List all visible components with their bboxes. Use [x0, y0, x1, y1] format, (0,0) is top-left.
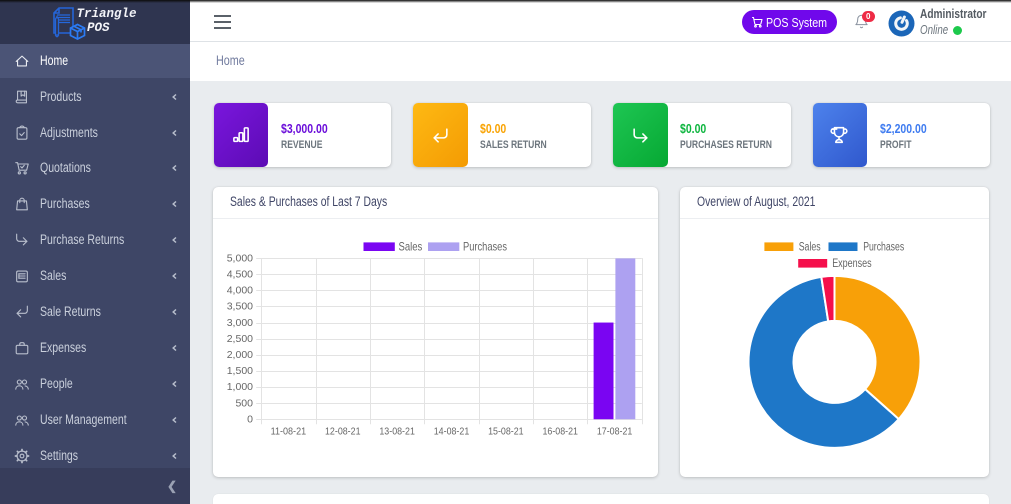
svg-text:Sales: Sales [799, 239, 821, 253]
svg-text:500: 500 [236, 397, 254, 409]
svg-text:3,000: 3,000 [227, 316, 253, 328]
svg-text:4,000: 4,000 [227, 284, 253, 296]
svg-text:12-08-21: 12-08-21 [325, 425, 361, 437]
svg-text:17-08-21: 17-08-21 [597, 425, 633, 437]
svg-text:Purchases: Purchases [463, 239, 507, 253]
svg-text:Expenses: Expenses [832, 256, 871, 270]
svg-text:1,500: 1,500 [227, 365, 253, 377]
svg-text:5,000: 5,000 [227, 252, 253, 264]
svg-text:1,000: 1,000 [227, 381, 253, 393]
svg-text:16-08-21: 16-08-21 [543, 425, 579, 437]
svg-text:4,500: 4,500 [227, 268, 253, 280]
svg-text:11-08-21: 11-08-21 [271, 425, 307, 437]
svg-text:13-08-21: 13-08-21 [380, 425, 416, 437]
svg-text:Sales: Sales [399, 239, 423, 253]
svg-text:Purchases: Purchases [863, 239, 904, 253]
svg-text:2,500: 2,500 [227, 332, 253, 344]
svg-text:2,000: 2,000 [227, 348, 253, 360]
svg-text:0: 0 [247, 413, 253, 425]
svg-text:15-08-21: 15-08-21 [488, 425, 524, 437]
svg-text:3,500: 3,500 [227, 300, 253, 312]
svg-text:14-08-21: 14-08-21 [434, 425, 470, 437]
